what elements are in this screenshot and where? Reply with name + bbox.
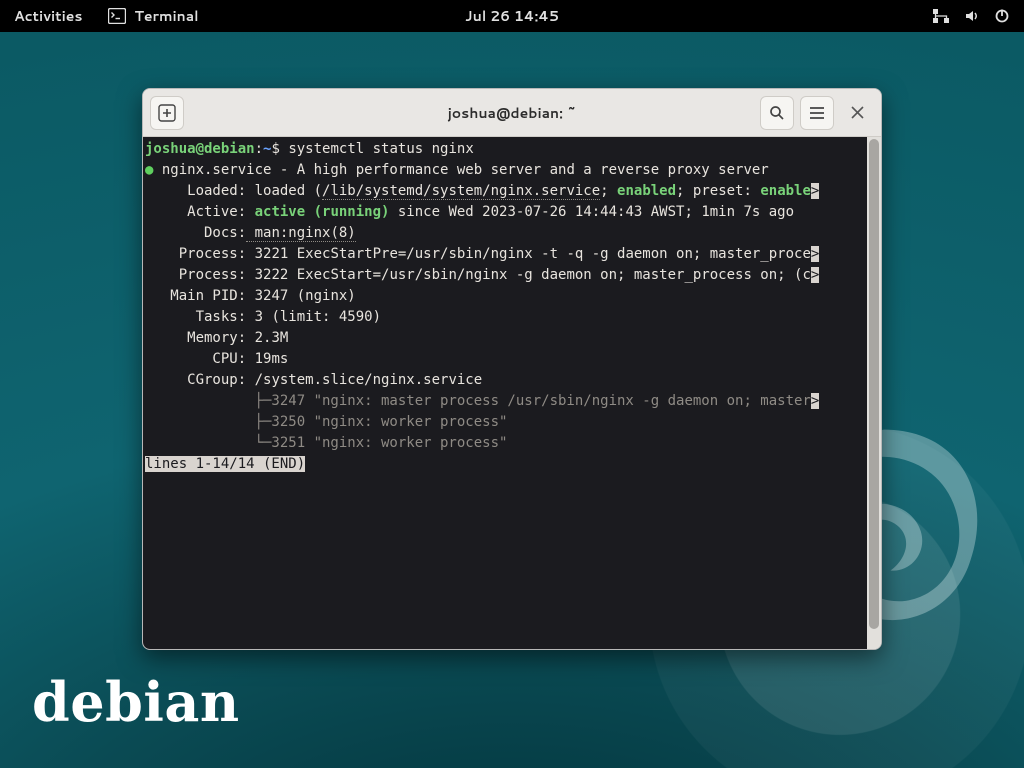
menu-button[interactable]	[800, 96, 834, 130]
typed-command: systemctl status nginx	[288, 141, 473, 157]
search-button[interactable]	[760, 96, 794, 130]
close-icon	[851, 106, 864, 119]
cpu-key: CPU:	[145, 351, 246, 367]
search-icon	[769, 105, 785, 121]
terminal-window: joshua@debian: ~ joshua@debian:~$ system…	[142, 88, 882, 650]
truncation-marker: >	[811, 267, 819, 283]
loaded-pre: loaded (	[246, 183, 322, 199]
activities-button[interactable]: Activities	[14, 6, 82, 26]
truncation-marker: >	[811, 183, 819, 199]
enabled-state: enabled	[617, 183, 676, 199]
active-app-indicator[interactable]: Terminal	[108, 6, 198, 26]
cgroup-tree-1: ├─3247 "nginx: master process /usr/sbin/…	[145, 393, 811, 409]
prompt-dollar: $	[271, 141, 288, 157]
cgroup-tree-3: └─3251 "nginx: worker process"	[145, 435, 507, 451]
debian-wordmark: debian	[32, 670, 240, 734]
docs-key: Docs:	[145, 225, 246, 241]
new-tab-button[interactable]	[150, 96, 184, 130]
prompt-user: joshua@debian	[145, 141, 255, 157]
plus-tab-icon	[158, 104, 176, 122]
window-title: joshua@debian: ~	[448, 103, 577, 123]
cpu-value: 19ms	[246, 351, 288, 367]
active-since: since Wed 2023-07-26 14:44:43 AWST; 1min…	[389, 204, 794, 220]
window-titlebar: joshua@debian: ~	[143, 89, 881, 137]
prompt-sep: :	[255, 141, 263, 157]
terminal-output[interactable]: joshua@debian:~$ systemctl status nginx●…	[143, 137, 867, 649]
mainpid-key: Main PID:	[145, 288, 246, 304]
terminal-icon	[108, 8, 126, 24]
hamburger-icon	[809, 106, 825, 120]
preset-state: enable	[760, 183, 811, 199]
pager-status: lines 1-14/14 (END)	[145, 456, 305, 472]
gnome-top-bar: Activities Terminal Jul 26 14:45	[0, 0, 1024, 32]
clock[interactable]: Jul 26 14:45	[465, 6, 559, 26]
process2-value: 3222 ExecStart=/usr/sbin/nginx -g daemon…	[246, 267, 811, 283]
cgroup-value: /system.slice/nginx.service	[246, 372, 482, 388]
status-bullet: ●	[145, 162, 162, 178]
system-tray[interactable]	[932, 8, 1024, 24]
memory-key: Memory:	[145, 330, 246, 346]
truncation-marker: >	[811, 246, 819, 262]
active-app-name: Terminal	[134, 6, 198, 26]
unit-file-path: /lib/systemd/system/nginx.service	[322, 183, 600, 200]
process1-value: 3221 ExecStartPre=/usr/sbin/nginx -t -q …	[246, 246, 811, 262]
process1-key: Process:	[145, 246, 246, 262]
terminal-scrollbar[interactable]	[867, 137, 881, 649]
truncation-marker: >	[811, 393, 819, 409]
service-description: nginx.service - A high performance web s…	[162, 162, 769, 178]
network-icon	[932, 8, 950, 24]
close-button[interactable]	[840, 96, 874, 130]
memory-value: 2.3M	[246, 330, 288, 346]
docs-value: man:nginx(8)	[246, 225, 356, 242]
loaded-sep1: ;	[600, 183, 617, 199]
tasks-key: Tasks:	[145, 309, 246, 325]
cgroup-key: CGroup:	[145, 372, 246, 388]
loaded-sep2: ; preset:	[676, 183, 760, 199]
active-state: active (running)	[246, 204, 389, 220]
active-key: Active:	[145, 204, 246, 220]
process2-key: Process:	[145, 267, 246, 283]
volume-icon	[964, 8, 980, 24]
mainpid-value: 3247 (nginx)	[246, 288, 356, 304]
power-icon	[994, 8, 1010, 24]
scrollbar-thumb[interactable]	[869, 139, 879, 629]
cgroup-tree-2: ├─3250 "nginx: worker process"	[145, 414, 507, 430]
tasks-value: 3 (limit: 4590)	[246, 309, 381, 325]
loaded-key: Loaded:	[145, 183, 246, 199]
